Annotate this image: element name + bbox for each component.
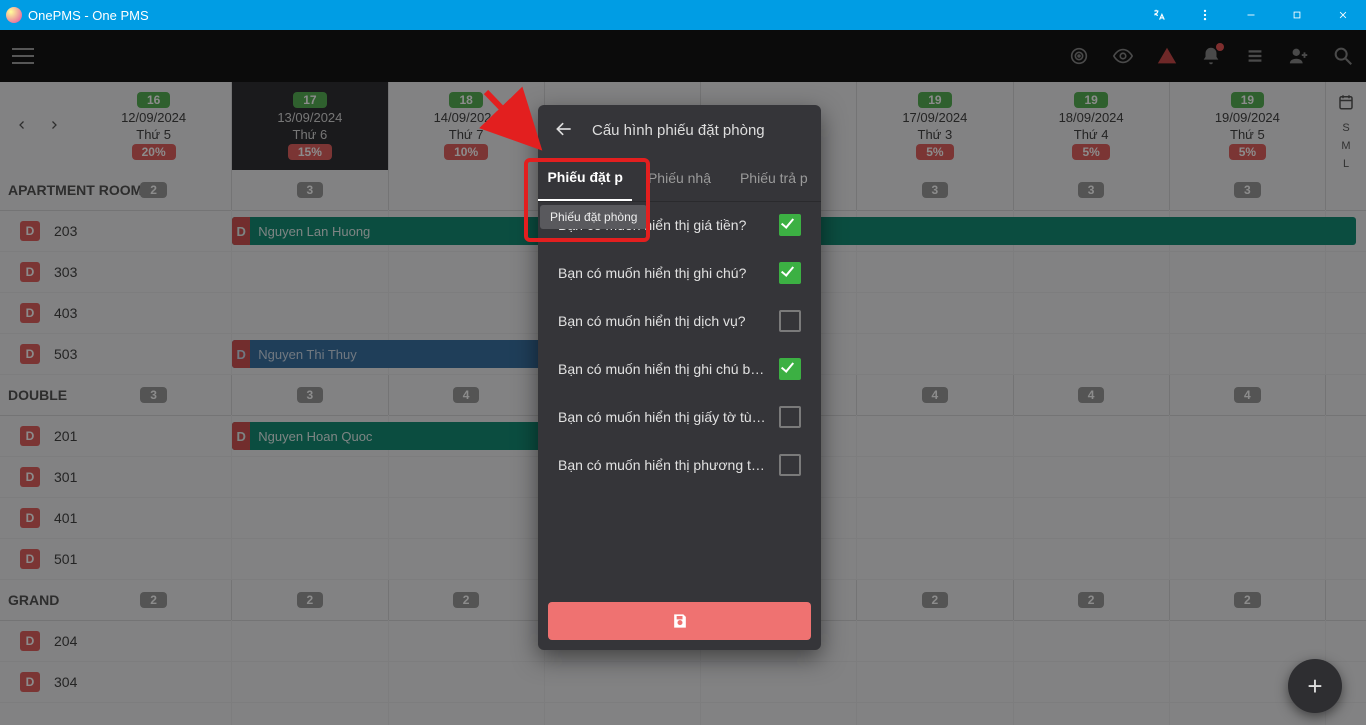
checkbox[interactable] [779,358,801,380]
titlebar: OnePMS - One PMS [0,0,1366,30]
back-icon[interactable] [554,119,574,142]
option-row: Bạn có muốn hiển thị phương th… [558,454,801,476]
option-label: Bạn có muốn hiển thị ghi chú bữ… [558,361,767,377]
modal-tab[interactable]: Phiếu trả p [727,155,821,201]
checkbox[interactable] [779,406,801,428]
app-logo [6,7,22,23]
modal-title: Cấu hình phiếu đặt phòng [592,122,765,139]
option-label: Bạn có muốn hiển thị giấy tờ tùy … [558,409,767,425]
checkbox[interactable] [779,214,801,236]
maximize-button[interactable] [1274,0,1320,30]
save-button[interactable] [548,602,811,640]
checkbox[interactable] [779,454,801,476]
checkbox[interactable] [779,310,801,332]
highlight-annotation [524,158,650,242]
option-label: Bạn có muốn hiển thị phương th… [558,457,767,473]
checkbox[interactable] [779,262,801,284]
option-label: Bạn có muốn hiển thị ghi chú? [558,265,767,281]
option-row: Bạn có muốn hiển thị ghi chú bữ… [558,358,801,380]
option-row: Bạn có muốn hiển thị dịch vụ? [558,310,801,332]
translate-icon[interactable] [1136,0,1182,30]
window-title: OnePMS - One PMS [28,8,149,23]
minimize-button[interactable] [1228,0,1274,30]
arrow-annotation [476,86,556,166]
option-row: Bạn có muốn hiển thị ghi chú? [558,262,801,284]
fab-add[interactable]: + [1288,659,1342,713]
option-label: Bạn có muốn hiển thị dịch vụ? [558,313,767,329]
option-row: Bạn có muốn hiển thị giấy tờ tùy … [558,406,801,428]
close-button[interactable] [1320,0,1366,30]
more-icon[interactable] [1182,0,1228,30]
